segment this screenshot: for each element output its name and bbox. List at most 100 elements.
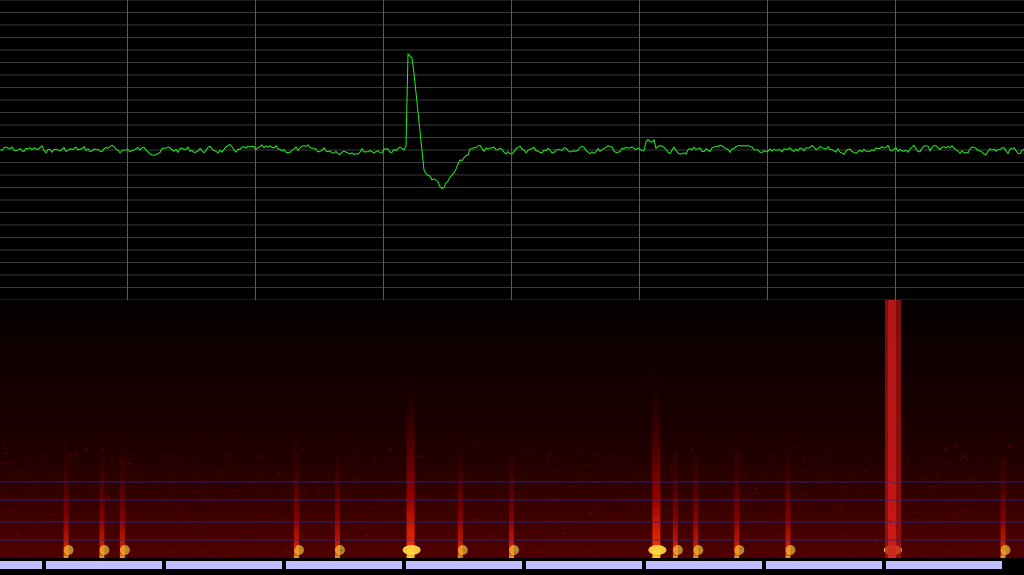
spectrogram-plot[interactable]: [0, 300, 1024, 558]
spectrogram-speckle: [760, 528, 762, 530]
spectrogram-speckle: [268, 544, 272, 546]
spectrogram-speckle: [285, 518, 289, 520]
spectrogram-speckle: [515, 513, 517, 515]
spectrogram-speckle: [754, 488, 758, 490]
spectrogram-speckle: [324, 516, 327, 518]
spectrogram-speckle: [398, 546, 401, 548]
spectrogram-speckle: [899, 452, 901, 454]
spectrogram-speckle: [167, 455, 170, 457]
spectrogram-speckle: [882, 541, 885, 543]
spectrogram-speckle: [107, 498, 111, 500]
spectrogram-speckle: [826, 452, 828, 454]
spectrogram-speckle: [121, 462, 125, 464]
spectrogram-speckle: [669, 529, 673, 531]
spectrogram-speckle: [883, 452, 885, 454]
audio-analysis-view: [0, 0, 1024, 575]
spectrogram-speckle: [803, 456, 806, 458]
spectrogram-speckle: [34, 496, 37, 498]
spectrogram-speckle: [993, 458, 997, 460]
spectrogram-speckle: [376, 525, 379, 527]
spectrogram-onset: [652, 364, 661, 558]
spectrogram-speckle: [732, 504, 735, 506]
spectrogram-speckle: [725, 510, 727, 512]
spectrogram-speckle: [637, 474, 641, 476]
waveform-plot[interactable]: [0, 0, 1024, 300]
spectrogram-speckle: [111, 531, 114, 533]
timeline-segment[interactable]: [886, 561, 1002, 569]
spectrogram-speckle: [771, 458, 773, 460]
spectrogram-speckle: [373, 460, 377, 462]
timeline-segment[interactable]: [646, 561, 762, 569]
spectrogram-speckle: [999, 553, 1001, 555]
spectrogram-speckle: [322, 523, 325, 525]
spectrogram-onset-peak: [509, 545, 519, 555]
spectrogram-speckle: [51, 475, 54, 477]
spectrogram-speckle: [772, 454, 774, 456]
spectrogram-speckle: [129, 458, 133, 460]
spectrogram-speckle: [670, 464, 674, 466]
spectrogram-speckle: [185, 533, 189, 535]
spectrogram-speckle: [800, 542, 803, 544]
spectrogram-speckle: [796, 446, 799, 448]
spectrogram-speckle: [950, 518, 952, 520]
spectrogram-speckle: [482, 456, 485, 458]
spectrogram-speckle: [931, 488, 935, 490]
timeline-segment[interactable]: [286, 561, 402, 569]
spectrogram-speckle: [709, 453, 712, 455]
timeline-segment[interactable]: [526, 561, 642, 569]
spectrogram-speckle: [556, 520, 559, 522]
waveform-panel[interactable]: [0, 0, 1024, 300]
spectrogram-speckle: [18, 471, 22, 473]
spectrogram-speckle: [915, 512, 919, 514]
spectrogram-speckle: [893, 483, 896, 485]
spectrogram-speckle: [910, 466, 912, 468]
spectrogram-speckle: [593, 453, 597, 455]
spectrogram-panel[interactable]: [0, 300, 1024, 558]
spectrogram-speckle: [874, 542, 876, 544]
spectrogram-speckle: [302, 535, 305, 537]
timeline-segment[interactable]: [46, 561, 162, 569]
spectrogram-speckle: [2, 457, 5, 459]
spectrogram-speckle: [181, 456, 184, 458]
spectrogram-speckle: [355, 455, 358, 457]
spectrogram-speckle: [428, 476, 431, 478]
spectrogram-speckle: [179, 542, 182, 544]
timeline-segment[interactable]: [766, 561, 882, 569]
spectrogram-speckle: [737, 459, 739, 461]
spectrogram-speckle: [491, 534, 494, 536]
spectrogram-speckle: [957, 511, 960, 513]
spectrogram-speckle: [149, 547, 152, 549]
spectrogram-speckle: [538, 551, 541, 553]
spectrogram-speckle: [588, 511, 592, 513]
spectrogram-onset: [734, 429, 740, 558]
spectrogram-speckle: [527, 449, 530, 451]
spectrogram-onset-peak: [457, 545, 468, 555]
spectrogram-speckle: [68, 453, 72, 455]
spectrogram-speckle: [739, 548, 742, 550]
spectrogram-speckle: [2, 551, 4, 553]
timeline-bar[interactable]: [0, 558, 1024, 575]
spectrogram-speckle: [110, 450, 113, 452]
spectrogram-speckle: [654, 532, 658, 534]
spectrogram-speckle: [419, 496, 423, 498]
spectrogram-speckle: [149, 529, 152, 531]
spectrogram-speckle: [153, 479, 155, 481]
spectrogram-speckle: [558, 544, 561, 546]
timeline-segment[interactable]: [406, 561, 522, 569]
spectrogram-speckle: [967, 553, 969, 555]
timeline-segments[interactable]: [0, 558, 1024, 575]
spectrogram-onset-peak: [785, 545, 796, 555]
spectrogram-speckle: [819, 449, 822, 451]
spectrogram-speckle: [187, 540, 190, 542]
spectrogram-speckle: [741, 486, 744, 488]
spectrogram-speckle: [664, 509, 667, 511]
spectrogram-speckle: [735, 455, 739, 457]
spectrogram-band-core: [888, 300, 896, 558]
spectrogram-speckle: [843, 486, 846, 488]
spectrogram-speckle: [47, 530, 50, 532]
timeline-segment[interactable]: [166, 561, 282, 569]
spectrogram-speckle: [995, 493, 998, 495]
spectrogram-speckle: [250, 487, 252, 489]
spectrogram-speckle: [228, 453, 232, 455]
spectrogram-speckle: [668, 470, 671, 472]
